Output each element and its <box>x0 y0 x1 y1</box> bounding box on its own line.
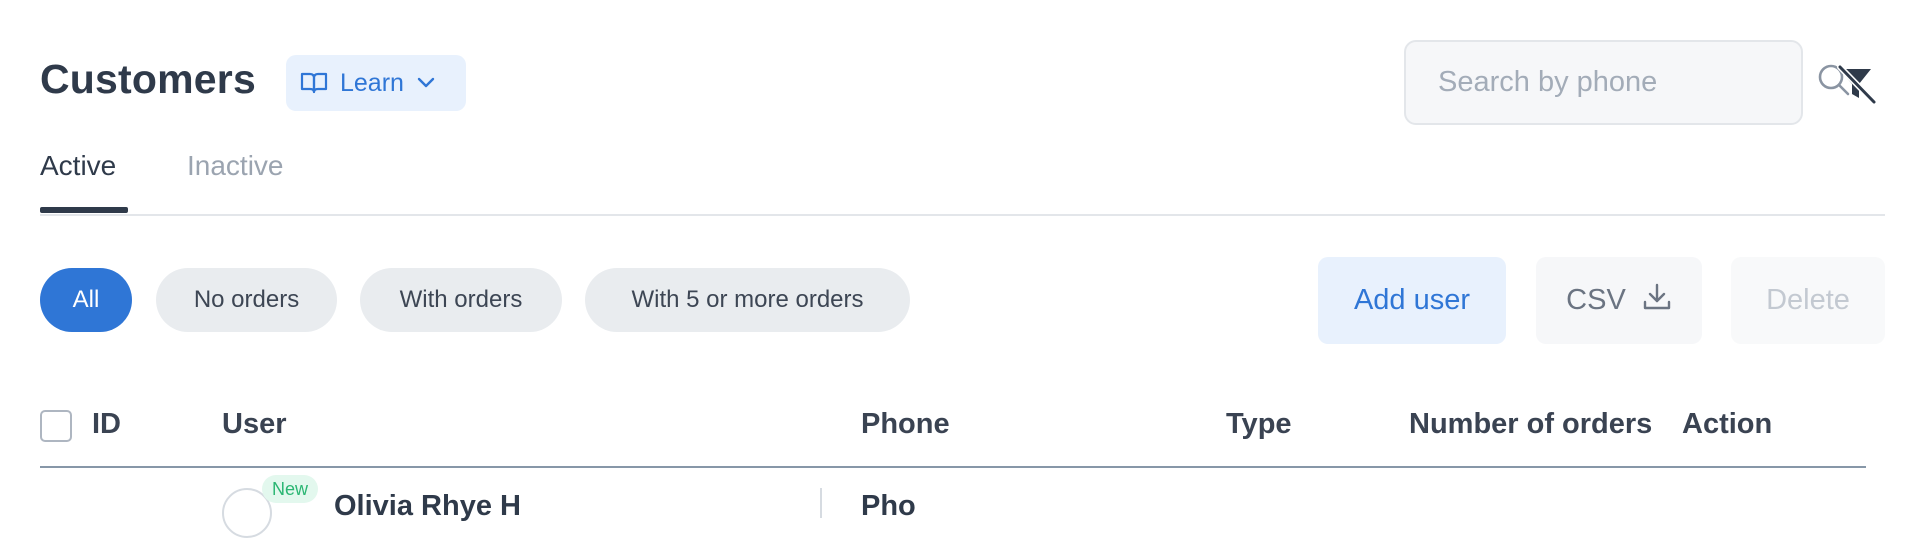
delete-button[interactable]: Delete <box>1731 257 1885 344</box>
new-badge: New <box>262 475 319 503</box>
table-row-phone: Pho <box>861 490 916 522</box>
csv-export-button[interactable]: CSV <box>1536 257 1702 344</box>
column-header-number-of-orders[interactable]: Number of orders <box>1409 408 1652 441</box>
csv-label: CSV <box>1566 284 1626 316</box>
filter-chip-no-orders[interactable]: No orders <box>156 268 337 332</box>
page-title: Customers <box>40 56 256 102</box>
chevron-down-icon <box>416 77 436 89</box>
tab-inactive[interactable]: Inactive <box>187 150 284 182</box>
book-icon <box>300 71 328 95</box>
filter-chip-with-orders[interactable]: With orders <box>360 268 562 332</box>
column-header-phone[interactable]: Phone <box>861 408 950 441</box>
download-icon <box>1642 282 1672 320</box>
search-box <box>1404 40 1850 125</box>
column-header-action: Action <box>1682 408 1773 440</box>
column-header-id[interactable]: ID <box>92 408 121 441</box>
column-header-user[interactable]: User <box>222 408 287 441</box>
table-row-user-name[interactable]: Olivia Rhye H <box>334 490 521 523</box>
table-header-divider <box>40 466 1866 468</box>
learn-dropdown[interactable]: Learn <box>286 55 466 111</box>
add-user-button[interactable]: Add user <box>1318 257 1506 344</box>
select-all-checkbox[interactable] <box>40 410 72 442</box>
learn-label: Learn <box>340 68 404 97</box>
filter-chip-all[interactable]: All <box>40 268 132 332</box>
tab-active[interactable]: Active <box>40 150 116 182</box>
search-input[interactable] <box>1436 65 1817 100</box>
active-tab-indicator <box>40 207 128 213</box>
column-header-type[interactable]: Type <box>1226 408 1292 441</box>
tabs-divider <box>40 214 1885 216</box>
filter-chip-five-plus-orders[interactable]: With 5 or more orders <box>585 268 910 332</box>
row-cell-divider <box>820 488 822 518</box>
filter-off-icon[interactable] <box>1834 62 1878 106</box>
